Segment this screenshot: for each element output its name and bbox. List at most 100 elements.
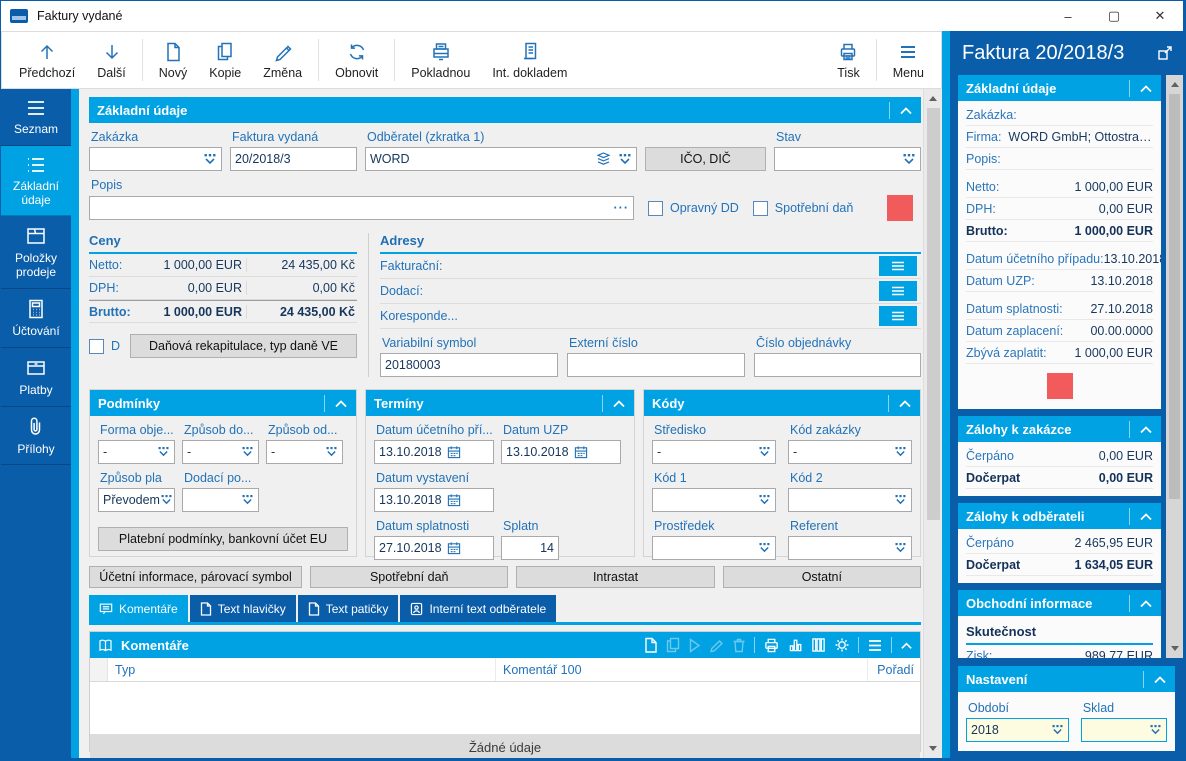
copy-button[interactable]: Kopie bbox=[198, 34, 252, 86]
column-typ[interactable]: Typ bbox=[108, 658, 496, 681]
columns-icon[interactable] bbox=[811, 637, 826, 653]
checkbox-icon[interactable] bbox=[753, 201, 768, 216]
tab-komentare[interactable]: Komentáře bbox=[89, 595, 188, 622]
intrastat-button[interactable]: Intrastat bbox=[516, 566, 714, 588]
splatnost-input[interactable] bbox=[501, 536, 559, 560]
scroll-up-arrow[interactable] bbox=[924, 91, 942, 106]
faktura-input[interactable] bbox=[230, 147, 357, 171]
ucetni-informace-button[interactable]: Účetní informace, párovací symbol bbox=[89, 566, 302, 588]
collapse-section-button[interactable] bbox=[888, 395, 912, 412]
checkbox-icon[interactable] bbox=[89, 339, 104, 354]
collapse-section-button[interactable] bbox=[1143, 671, 1167, 688]
scroll-down-arrow[interactable] bbox=[1166, 641, 1183, 656]
collapse-section-button[interactable] bbox=[324, 395, 348, 412]
tab-text-paticky[interactable]: Text patičky bbox=[298, 595, 399, 622]
collapse-section-button[interactable] bbox=[1129, 421, 1153, 438]
collapse-section-button[interactable] bbox=[1129, 508, 1153, 525]
dropdown-icon[interactable] bbox=[618, 154, 632, 165]
new-record-icon[interactable] bbox=[644, 637, 658, 653]
sklad-combo[interactable] bbox=[1081, 718, 1167, 742]
kod-zakazky-combo[interactable]: - bbox=[788, 440, 912, 464]
previous-button[interactable]: Předchozí bbox=[8, 34, 86, 86]
internal-document-button[interactable]: Int. dokladem bbox=[481, 34, 578, 86]
zpusob-odberu-combo[interactable]: - bbox=[266, 440, 343, 464]
datum-vystaveni-input[interactable]: 13.10.2018 bbox=[374, 488, 494, 512]
tab-interni-text-odberatele[interactable]: Interní text odběratele bbox=[400, 595, 556, 622]
zpusob-platby-combo[interactable]: Převodem bbox=[98, 488, 175, 512]
stredisko-combo[interactable]: - bbox=[652, 440, 776, 464]
panel-separator[interactable] bbox=[942, 31, 950, 758]
scroll-thumb[interactable] bbox=[1169, 94, 1180, 499]
print-button[interactable]: Tisk bbox=[826, 34, 870, 86]
datum-splatnosti-input[interactable]: 27.10.2018 bbox=[374, 536, 494, 560]
layers-icon[interactable] bbox=[596, 152, 611, 166]
prostredek-combo[interactable] bbox=[652, 536, 776, 560]
collapse-section-button[interactable] bbox=[889, 102, 913, 119]
spotrebni-dan-button[interactable]: Spotřební daň bbox=[310, 566, 508, 588]
adresa-menu-button[interactable] bbox=[879, 306, 917, 326]
sidebar-item-polozky-prodeje[interactable]: Položky prodeje bbox=[1, 216, 71, 289]
minimize-button[interactable]: – bbox=[1045, 1, 1091, 31]
zpusob-dopravy-combo[interactable]: - bbox=[182, 440, 259, 464]
datum-uzp-input[interactable]: 13.10.2018 bbox=[501, 440, 621, 464]
collapse-grid-icon[interactable] bbox=[900, 641, 913, 650]
collapse-section-button[interactable] bbox=[602, 395, 626, 412]
opravny-dd-checkbox[interactable]: Opravný DD bbox=[648, 201, 739, 216]
column-komentar[interactable]: Komentář 100 bbox=[496, 658, 868, 681]
delete-record-icon[interactable] bbox=[732, 637, 746, 653]
chart-icon[interactable] bbox=[788, 637, 803, 653]
main-vertical-scrollbar[interactable] bbox=[923, 89, 942, 758]
close-button[interactable]: ✕ bbox=[1137, 1, 1183, 31]
stav-combo[interactable] bbox=[774, 147, 921, 171]
faktura-input-field[interactable] bbox=[235, 152, 352, 166]
change-button[interactable]: Změna bbox=[252, 34, 313, 86]
refresh-button[interactable]: Obnovit bbox=[324, 34, 389, 86]
next-button[interactable]: Další bbox=[86, 34, 136, 86]
calendar-icon[interactable] bbox=[447, 541, 489, 555]
d-checkbox[interactable]: D bbox=[89, 339, 120, 354]
ellipsis-button[interactable]: ··· bbox=[614, 201, 630, 215]
sidebar-item-platby[interactable]: Platby bbox=[1, 348, 71, 407]
forma-objednani-combo[interactable]: - bbox=[98, 440, 175, 464]
externi-cislo-input[interactable] bbox=[567, 353, 745, 377]
referent-combo[interactable] bbox=[788, 536, 912, 560]
copy-record-icon[interactable] bbox=[666, 637, 680, 653]
sidebar-item-prilohy[interactable]: Přílohy bbox=[1, 407, 71, 466]
popis-input[interactable]: ··· bbox=[89, 196, 634, 220]
panel-vertical-scrollbar[interactable] bbox=[1166, 75, 1183, 658]
run-icon[interactable] bbox=[688, 638, 701, 653]
kod-2-combo[interactable] bbox=[788, 488, 912, 512]
cash-register-button[interactable]: Pokladnou bbox=[400, 34, 481, 86]
scroll-up-arrow[interactable] bbox=[1166, 77, 1183, 92]
menu-button[interactable]: Menu bbox=[882, 34, 935, 86]
calendar-icon[interactable] bbox=[574, 445, 616, 459]
scroll-down-arrow[interactable] bbox=[924, 741, 942, 756]
odberatel-combo[interactable]: WORD bbox=[365, 147, 637, 171]
collapse-section-button[interactable] bbox=[1129, 80, 1153, 97]
edit-record-icon[interactable] bbox=[709, 638, 724, 653]
zakazka-combo[interactable] bbox=[89, 147, 222, 171]
settings-icon[interactable] bbox=[834, 637, 850, 653]
cislo-objednavky-input[interactable] bbox=[754, 353, 921, 377]
sidebar-item-zakladni-udaje[interactable]: Základní údaje bbox=[1, 146, 71, 217]
spotrebni-dan-checkbox[interactable]: Spotřební daň bbox=[753, 201, 854, 216]
column-poradi[interactable]: Pořadí bbox=[868, 663, 920, 677]
ostatni-button[interactable]: Ostatní bbox=[723, 566, 921, 588]
sidebar-item-uctovani[interactable]: Účtování bbox=[1, 289, 71, 348]
platebni-podminky-button[interactable]: Platební podmínky, bankovní účet EU bbox=[98, 527, 348, 551]
adresa-menu-button[interactable] bbox=[879, 281, 917, 301]
new-button[interactable]: Nový bbox=[148, 34, 198, 86]
dodaci-podminky-combo[interactable] bbox=[182, 488, 259, 512]
maximize-button[interactable]: ▢ bbox=[1091, 1, 1137, 31]
calendar-icon[interactable] bbox=[447, 445, 489, 459]
obdobi-combo[interactable]: 2018 bbox=[966, 718, 1069, 742]
scroll-thumb[interactable] bbox=[927, 108, 940, 520]
datum-ucetniho-input[interactable]: 13.10.2018 bbox=[374, 440, 494, 464]
ico-dic-button[interactable]: IČO, DIČ bbox=[645, 147, 766, 171]
calendar-icon[interactable] bbox=[447, 493, 489, 507]
sidebar-item-seznam[interactable]: Seznam bbox=[1, 89, 71, 146]
danova-rekapitulace-button[interactable]: Daňová rekapitulace, typ daně VE bbox=[130, 334, 357, 358]
grid-menu-icon[interactable] bbox=[867, 639, 883, 652]
print-grid-icon[interactable] bbox=[763, 637, 780, 653]
tab-text-hlavicky[interactable]: Text hlavičky bbox=[190, 595, 296, 622]
